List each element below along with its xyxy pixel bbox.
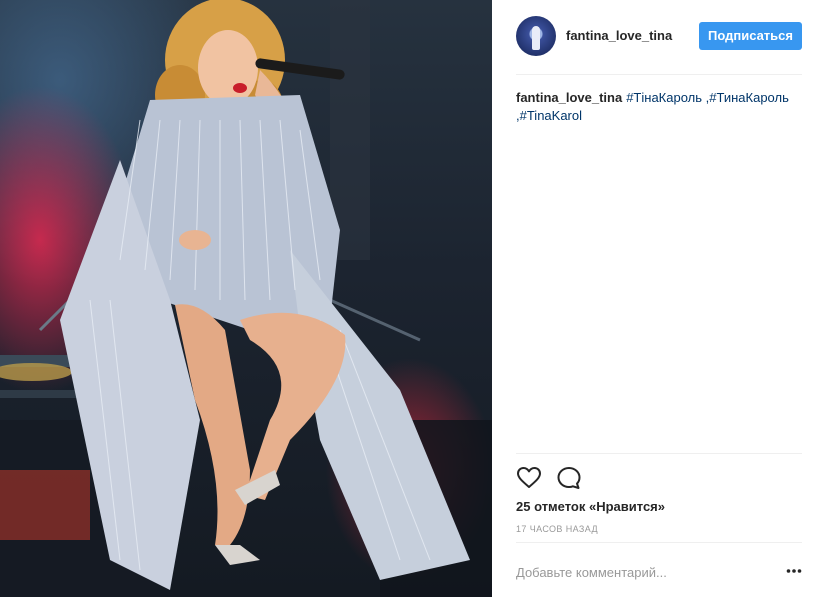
more-options-icon[interactable] bbox=[786, 564, 802, 578]
performer-image bbox=[0, 0, 492, 597]
hashtag-link[interactable]: #ТінаКароль bbox=[626, 90, 702, 105]
post-details-panel: fantina_love_tina Подписаться fantina_lo… bbox=[492, 0, 816, 597]
heart-icon[interactable] bbox=[516, 465, 542, 491]
comment-icon[interactable] bbox=[556, 465, 582, 491]
avatar[interactable] bbox=[516, 16, 556, 56]
follow-button[interactable]: Подписаться bbox=[698, 22, 802, 50]
post-header: fantina_love_tina Подписаться bbox=[516, 16, 802, 56]
hashtag-link[interactable]: ,#TinaKarol bbox=[516, 108, 582, 123]
comment-input[interactable] bbox=[516, 561, 766, 583]
post-timestamp[interactable]: 17 ЧАСОВ НАЗАД bbox=[516, 524, 598, 534]
post-photo[interactable] bbox=[0, 0, 492, 597]
caption-username[interactable]: fantina_love_tina bbox=[516, 90, 622, 105]
hashtag-link[interactable]: ,#ТинаКароль bbox=[706, 90, 789, 105]
header-divider bbox=[516, 74, 802, 75]
comment-divider bbox=[516, 542, 802, 543]
likes-count[interactable]: 25 отметок «Нравится» bbox=[516, 499, 665, 514]
caption: fantina_love_tina #ТінаКароль ,#ТинаКарол… bbox=[516, 89, 802, 125]
actions-divider bbox=[516, 453, 802, 454]
username-link[interactable]: fantina_love_tina bbox=[566, 28, 672, 43]
